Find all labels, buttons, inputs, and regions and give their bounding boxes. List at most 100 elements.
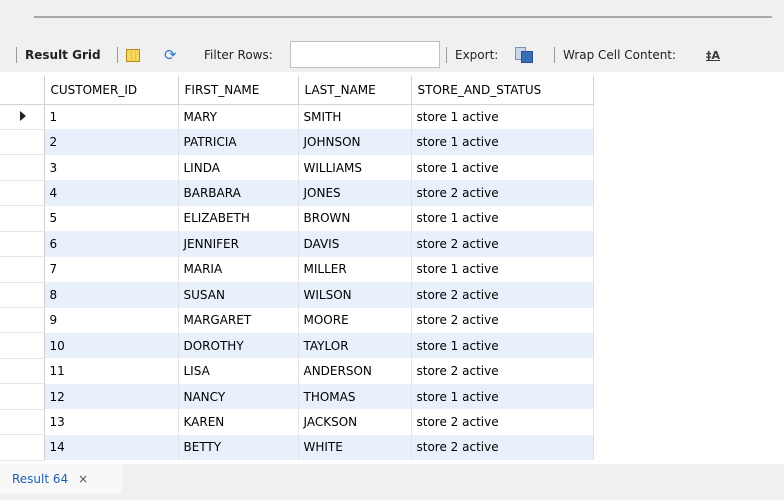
cell-store-and-status[interactable]: store 1 active bbox=[411, 104, 594, 130]
cell-store-and-status[interactable]: store 2 active bbox=[411, 231, 594, 257]
cell-first-name[interactable]: LINDA bbox=[178, 154, 299, 181]
cell-last-name[interactable]: BROWN bbox=[298, 205, 412, 232]
row-header[interactable] bbox=[0, 409, 45, 436]
column-header-first-name[interactable]: FIRST_NAME bbox=[178, 76, 299, 105]
cell-store-and-status[interactable]: store 1 active bbox=[411, 205, 594, 232]
cell-last-name[interactable]: WILLIAMS bbox=[298, 154, 412, 181]
cell-first-name[interactable]: ELIZABETH bbox=[178, 205, 299, 232]
cell-first-name[interactable]: BETTY bbox=[178, 434, 299, 461]
column-header-last-name[interactable]: LAST_NAME bbox=[298, 76, 412, 105]
row-header[interactable] bbox=[0, 129, 45, 156]
cell-customer-id[interactable]: 5 bbox=[44, 205, 179, 232]
cell-first-name[interactable]: NANCY bbox=[178, 383, 299, 410]
row-header[interactable] bbox=[0, 282, 45, 309]
cell-last-name[interactable]: DAVIS bbox=[298, 231, 412, 257]
row-header[interactable] bbox=[0, 231, 45, 258]
table-row[interactable]: 10 DOROTHY TAYLOR store 1 active bbox=[0, 332, 594, 359]
cell-first-name[interactable]: MARY bbox=[178, 104, 299, 130]
cell-store-and-status[interactable]: store 1 active bbox=[411, 332, 594, 359]
table-row[interactable]: 3 LINDA WILLIAMS store 1 active bbox=[0, 154, 594, 181]
row-header[interactable] bbox=[0, 104, 45, 130]
refresh-button[interactable]: ⟳ bbox=[164, 38, 177, 72]
cell-first-name[interactable]: PATRICIA bbox=[178, 129, 299, 155]
cell-customer-id[interactable]: 8 bbox=[44, 282, 179, 308]
table-row[interactable]: 8 SUSAN WILSON store 2 active bbox=[0, 282, 594, 309]
row-header[interactable] bbox=[0, 332, 45, 359]
row-header[interactable] bbox=[0, 256, 45, 283]
cell-store-and-status[interactable]: store 2 active bbox=[411, 307, 594, 333]
column-header-store-and-status[interactable]: STORE_AND_STATUS bbox=[411, 76, 594, 105]
row-header[interactable] bbox=[0, 434, 45, 461]
cell-first-name[interactable]: JENNIFER bbox=[178, 231, 299, 257]
row-header[interactable] bbox=[0, 358, 45, 385]
cell-store-and-status[interactable]: store 1 active bbox=[411, 256, 594, 283]
result-toolbar: Result Grid ⟳ Filter Rows: Export: Wrap … bbox=[0, 38, 784, 72]
cell-last-name[interactable]: MILLER bbox=[298, 256, 412, 283]
export-button[interactable] bbox=[515, 38, 533, 72]
table-row[interactable]: 4 BARBARA JONES store 2 active bbox=[0, 180, 594, 207]
table-row[interactable]: 14 BETTY WHITE store 2 active bbox=[0, 434, 594, 461]
cell-first-name[interactable]: KAREN bbox=[178, 409, 299, 435]
result-tab[interactable]: Result 64 × bbox=[0, 464, 122, 494]
cell-first-name[interactable]: MARIA bbox=[178, 256, 299, 283]
current-row-pointer-icon bbox=[19, 110, 26, 121]
cell-store-and-status[interactable]: store 2 active bbox=[411, 358, 594, 384]
cell-last-name[interactable]: THOMAS bbox=[298, 383, 412, 410]
table-row[interactable]: 9 MARGARET MOORE store 2 active bbox=[0, 307, 594, 334]
cell-last-name[interactable]: JACKSON bbox=[298, 409, 412, 435]
grid-layout-button[interactable] bbox=[126, 38, 140, 72]
cell-store-and-status[interactable]: store 1 active bbox=[411, 154, 594, 181]
cell-customer-id[interactable]: 12 bbox=[44, 383, 179, 410]
cell-customer-id[interactable]: 3 bbox=[44, 154, 179, 181]
cell-store-and-status[interactable]: store 2 active bbox=[411, 434, 594, 461]
cell-customer-id[interactable]: 10 bbox=[44, 332, 179, 359]
row-header[interactable] bbox=[0, 154, 45, 181]
table-row[interactable]: 13 KAREN JACKSON store 2 active bbox=[0, 409, 594, 436]
cell-store-and-status[interactable]: store 1 active bbox=[411, 383, 594, 410]
close-icon[interactable]: × bbox=[78, 472, 88, 486]
cell-first-name[interactable]: MARGARET bbox=[178, 307, 299, 333]
table-row[interactable]: 1 MARY SMITH store 1 active bbox=[0, 104, 594, 130]
row-header[interactable] bbox=[0, 180, 45, 207]
row-header[interactable] bbox=[0, 307, 45, 334]
cell-last-name[interactable]: MOORE bbox=[298, 307, 412, 333]
cell-store-and-status[interactable]: store 1 active bbox=[411, 129, 594, 155]
cell-customer-id[interactable]: 1 bbox=[44, 104, 179, 130]
cell-first-name[interactable]: SUSAN bbox=[178, 282, 299, 308]
cell-last-name[interactable]: JONES bbox=[298, 180, 412, 206]
cell-customer-id[interactable]: 11 bbox=[44, 358, 179, 384]
table-row[interactable]: 12 NANCY THOMAS store 1 active bbox=[0, 383, 594, 410]
cell-last-name[interactable]: JOHNSON bbox=[298, 129, 412, 155]
table-row[interactable]: 11 LISA ANDERSON store 2 active bbox=[0, 358, 594, 385]
wrap-cell-label: Wrap Cell Content: bbox=[563, 48, 677, 62]
cell-store-and-status[interactable]: store 2 active bbox=[411, 409, 594, 435]
wrap-cell-button[interactable]: ‡A bbox=[706, 38, 720, 72]
cell-store-and-status[interactable]: store 2 active bbox=[411, 180, 594, 206]
cell-customer-id[interactable]: 13 bbox=[44, 409, 179, 435]
cell-customer-id[interactable]: 2 bbox=[44, 129, 179, 155]
cell-first-name[interactable]: DOROTHY bbox=[178, 332, 299, 359]
cell-customer-id[interactable]: 9 bbox=[44, 307, 179, 333]
cell-first-name[interactable]: BARBARA bbox=[178, 180, 299, 206]
cell-store-and-status[interactable]: store 2 active bbox=[411, 282, 594, 308]
row-header[interactable] bbox=[0, 383, 45, 410]
table-row[interactable]: 5 ELIZABETH BROWN store 1 active bbox=[0, 205, 594, 232]
cell-last-name[interactable]: SMITH bbox=[298, 104, 412, 130]
table-row[interactable]: 6 JENNIFER DAVIS store 2 active bbox=[0, 231, 594, 258]
cell-customer-id[interactable]: 7 bbox=[44, 256, 179, 283]
cell-customer-id[interactable]: 4 bbox=[44, 180, 179, 206]
cell-last-name[interactable]: ANDERSON bbox=[298, 358, 412, 384]
result-table: CUSTOMER_ID FIRST_NAME LAST_NAME STORE_A… bbox=[0, 76, 594, 461]
table-row[interactable]: 7 MARIA MILLER store 1 active bbox=[0, 256, 594, 283]
cell-last-name[interactable]: WILSON bbox=[298, 282, 412, 308]
row-header[interactable] bbox=[0, 205, 45, 232]
cell-last-name[interactable]: TAYLOR bbox=[298, 332, 412, 359]
column-header-customer-id[interactable]: CUSTOMER_ID bbox=[44, 76, 179, 105]
cell-first-name[interactable]: LISA bbox=[178, 358, 299, 384]
cell-last-name[interactable]: WHITE bbox=[298, 434, 412, 461]
result-grid-button[interactable]: Result Grid bbox=[25, 38, 101, 72]
filter-rows-input[interactable] bbox=[290, 41, 440, 68]
cell-customer-id[interactable]: 14 bbox=[44, 434, 179, 461]
table-row[interactable]: 2 PATRICIA JOHNSON store 1 active bbox=[0, 129, 594, 156]
cell-customer-id[interactable]: 6 bbox=[44, 231, 179, 257]
